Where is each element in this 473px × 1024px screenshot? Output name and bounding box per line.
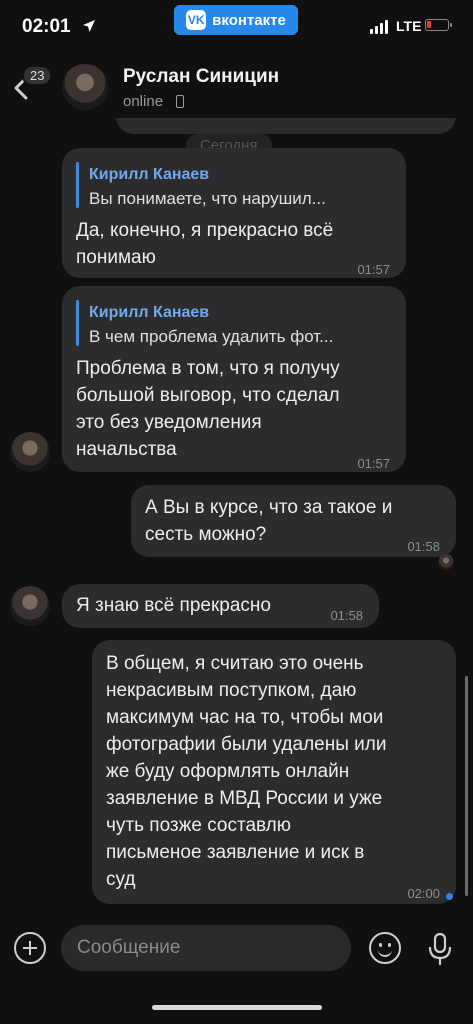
message-bubble[interactable]: Кирилл Канаев В чем проблема удалить фот… (62, 286, 406, 472)
message-line: суд (106, 869, 136, 890)
mobile-phone-icon (176, 95, 184, 108)
location-arrow-icon (83, 20, 95, 32)
message-time: 02:00 (407, 886, 440, 901)
sender-avatar[interactable] (10, 432, 50, 472)
contact-avatar[interactable] (62, 64, 108, 110)
microphone-icon[interactable] (426, 932, 454, 968)
message-time: 01:57 (357, 262, 390, 277)
reply-snippet[interactable]: В чем проблема удалить фот... (89, 323, 333, 350)
contact-name[interactable]: Руслан Синицин (123, 66, 279, 88)
scrollbar[interactable] (465, 676, 468, 896)
sender-avatar[interactable] (10, 586, 50, 626)
reply-author[interactable]: Кирилл Канаев (89, 161, 209, 188)
message-composer (0, 920, 473, 980)
message-bubble[interactable]: Кирилл Канаев Вы понимаете, что нарушил.… (62, 148, 406, 278)
unread-indicator-dot (446, 893, 453, 900)
message-line: начальства (76, 439, 177, 460)
reply-quote-bar (76, 300, 79, 346)
message-line: А Вы в курсе, что за такое и (145, 497, 393, 518)
vk-logo-icon: VK (186, 10, 207, 30)
status-time: 02:01 (22, 16, 71, 37)
message-line: Да, конечно, я прекрасно всё (76, 220, 334, 241)
message-line: Проблема в том, что я получу (76, 358, 340, 379)
message-line: понимаю (76, 247, 156, 268)
home-indicator[interactable] (152, 1005, 322, 1010)
message-line: же буду оформлять онлайн (106, 761, 350, 782)
reply-snippet[interactable]: Вы понимаете, что нарушил... (89, 185, 326, 212)
message-line: сесть можно? (145, 524, 267, 545)
message-input[interactable] (61, 925, 351, 971)
message-time: 01:58 (407, 539, 440, 554)
smile-icon[interactable] (369, 932, 401, 964)
unread-count-badge[interactable]: 23 (22, 65, 53, 86)
message-bubble[interactable]: Я знаю всё прекрасно 01:58 (62, 584, 379, 628)
message-line: письменое заявление и иск в (106, 842, 365, 863)
battery-icon (425, 19, 452, 31)
contact-status: online (123, 93, 164, 110)
chat-header-overlay: 23 Руслан Синицин online (0, 52, 473, 118)
reply-quote-bar (76, 162, 79, 208)
vk-app-badge[interactable]: VK вконтакте (174, 5, 298, 35)
message-line: это без уведомления (76, 412, 262, 433)
plus-icon[interactable] (14, 932, 46, 964)
outgoing-message-bubble[interactable]: А Вы в курсе, что за такое и сесть можно… (131, 485, 456, 557)
message-line: некрасивым поступком, даю (106, 680, 357, 701)
vk-badge-label: вконтакте (212, 11, 286, 29)
message-line: заявление в МВД России и уже (106, 788, 383, 809)
reply-author[interactable]: Кирилл Канаев (89, 299, 209, 326)
read-receipt-avatar (438, 554, 454, 570)
network-label: LTE (396, 18, 422, 34)
message-line: чуть позже составлю (106, 815, 292, 836)
message-time: 01:58 (330, 608, 363, 623)
message-line: Я знаю всё прекрасно (76, 595, 271, 616)
message-line: фотографии были удалены или (106, 734, 387, 755)
outgoing-message-bubble[interactable]: В общем, я считаю это очень некрасивым п… (92, 640, 456, 904)
signal-icon (370, 20, 388, 34)
message-line: максимум час на то, чтобы мои (106, 707, 384, 728)
message-time: 01:57 (357, 456, 390, 471)
message-line: В общем, я считаю это очень (106, 653, 364, 674)
message-line: большой выговор, что сделал (76, 385, 340, 406)
status-bar: 02:01 VK вконтакте LTE (0, 0, 473, 52)
